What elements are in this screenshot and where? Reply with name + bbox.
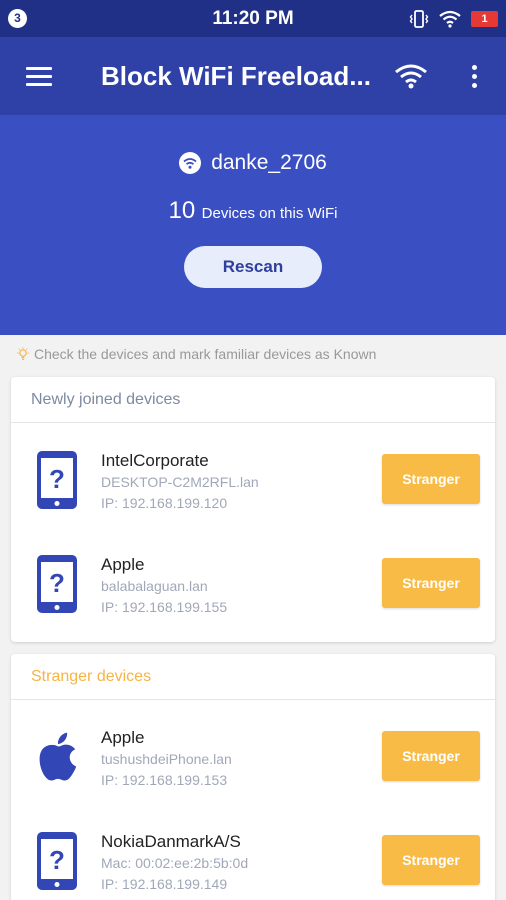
menu-icon-line	[26, 75, 52, 78]
stranger-button[interactable]: Stranger	[382, 835, 480, 885]
status-bar: 3 11:20 PM 1	[0, 0, 506, 37]
battery-icon: 1	[471, 11, 498, 27]
device-count: 10	[168, 197, 196, 224]
tip-row: Check the devices and mark familiar devi…	[16, 346, 376, 362]
device-name: Apple	[101, 728, 145, 747]
stranger-button[interactable]: Stranger	[382, 558, 480, 608]
menu-icon-line	[26, 67, 52, 70]
phone-question-icon: ?	[37, 451, 77, 509]
newly-joined-header: Newly joined devices	[11, 377, 495, 423]
stranger-devices-card: Stranger devices Apple tushushdeiPhone.l…	[11, 654, 495, 900]
device-mac: Mac: 00:02:ee:2b:5b:0d	[101, 855, 249, 871]
vibrate-icon	[409, 10, 429, 28]
apple-logo-icon	[39, 732, 77, 781]
network-summary: danke_2706 10 Devices on this WiFi Resca…	[0, 115, 506, 335]
menu-button[interactable]	[18, 61, 58, 91]
newly-joined-card: Newly joined devices ? IntelCorporate DE…	[11, 377, 495, 642]
device-ip: IP: 192.168.199.149	[101, 876, 228, 892]
device-name: NokiaDanmarkA/S	[101, 832, 241, 851]
device-ip: IP: 192.168.199.155	[101, 599, 228, 615]
device-hostname: balabalaguan.lan	[101, 578, 208, 594]
app-title: Block WiFi Freeload...	[101, 61, 371, 91]
stranger-devices-header: Stranger devices	[11, 654, 495, 700]
device-hostname: tushushdeiPhone.lan	[101, 751, 232, 767]
stranger-button[interactable]: Stranger	[382, 731, 480, 781]
device-ip: IP: 192.168.199.120	[101, 495, 228, 511]
phone-question-icon: ?	[37, 555, 77, 613]
device-item[interactable]: Apple tushushdeiPhone.lan IP: 192.168.19…	[11, 700, 495, 804]
stranger-button[interactable]: Stranger	[382, 454, 480, 504]
wifi-circle-icon	[179, 152, 202, 174]
ssid-row: danke_2706	[0, 151, 506, 175]
wifi-icon	[395, 64, 427, 89]
device-count-label: Devices on this WiFi	[201, 205, 338, 222]
more-icon-dot	[472, 83, 477, 88]
device-ip: IP: 192.168.199.153	[101, 772, 228, 788]
rescan-button[interactable]: Rescan	[184, 246, 322, 288]
network-ssid: danke_2706	[211, 151, 327, 174]
more-options-button[interactable]	[462, 61, 486, 91]
device-name: Apple	[101, 555, 145, 574]
tip-text: Check the devices and mark familiar devi…	[34, 346, 377, 362]
device-item[interactable]: ? NokiaDanmarkA/S Mac: 00:02:ee:2b:5b:0d…	[11, 804, 495, 900]
device-count-row: 10 Devices on this WiFi	[0, 197, 506, 225]
wifi-button[interactable]	[392, 61, 430, 91]
status-icons: 1	[409, 8, 498, 30]
device-item[interactable]: ? IntelCorporate DESKTOP-C2M2RFL.lan IP:…	[11, 423, 495, 527]
svg-text:?: ?	[49, 464, 65, 494]
device-name: IntelCorporate	[101, 451, 209, 470]
phone-question-icon: ?	[37, 832, 77, 890]
wifi-signal-icon	[439, 10, 461, 28]
device-item[interactable]: ? Apple balabalaguan.lan IP: 192.168.199…	[11, 527, 495, 631]
app-bar: Block WiFi Freeload...	[0, 37, 506, 115]
more-icon-dot	[472, 65, 477, 70]
more-icon-dot	[472, 74, 477, 79]
svg-text:?: ?	[49, 568, 65, 598]
menu-icon-line	[26, 83, 52, 86]
lightbulb-icon	[17, 347, 29, 360]
device-hostname: DESKTOP-C2M2RFL.lan	[101, 474, 259, 490]
svg-text:?: ?	[49, 845, 65, 875]
